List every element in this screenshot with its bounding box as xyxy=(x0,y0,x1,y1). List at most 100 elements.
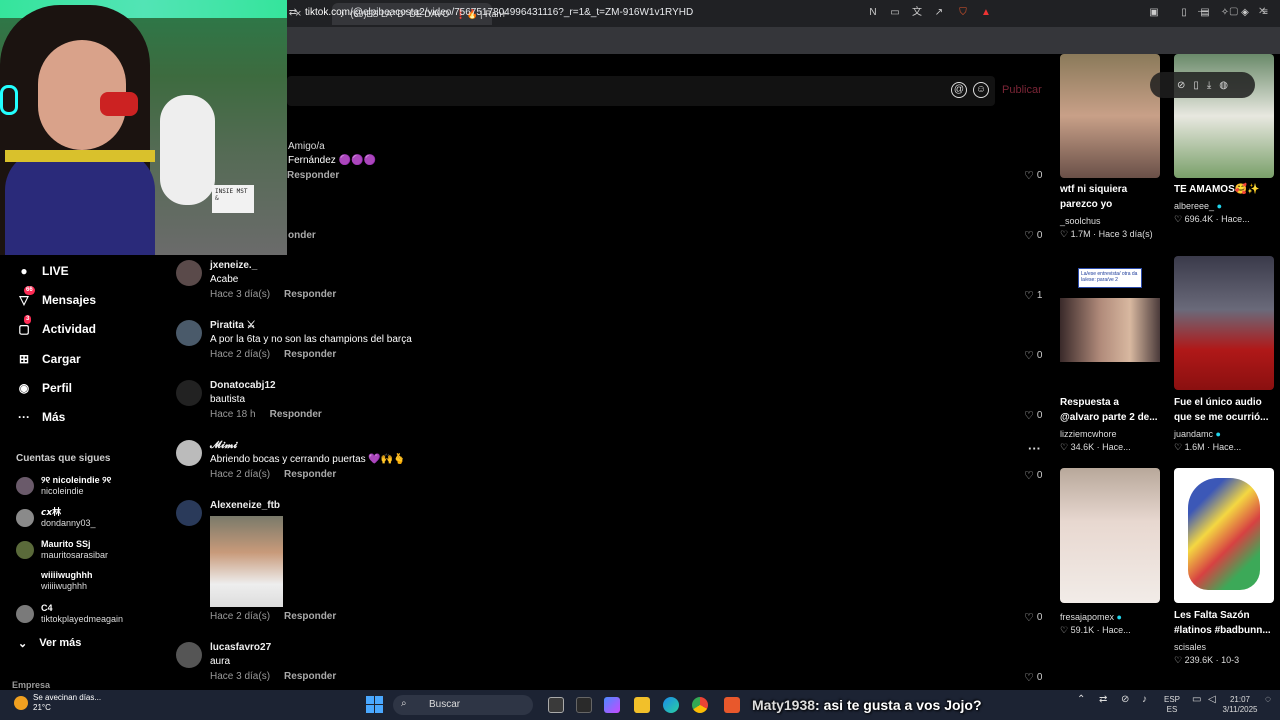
phone-icon[interactable]: ▯ xyxy=(1193,80,1199,91)
avatar[interactable] xyxy=(176,260,202,286)
video-author[interactable]: scisales xyxy=(1174,642,1206,652)
following-account[interactable]: Maurito SSj mauritosarasibar xyxy=(16,539,108,561)
video-author[interactable]: _soolchus xyxy=(1060,216,1101,226)
panel-icon[interactable]: ▯ xyxy=(1178,7,1190,19)
reply-button[interactable]: Responder xyxy=(287,170,339,181)
avatar[interactable] xyxy=(176,320,202,346)
extensions-icon[interactable]: ✧ xyxy=(1219,7,1231,19)
edge-icon[interactable] xyxy=(663,697,679,713)
sidebar-item-messages[interactable]: ▽ 66 Mensajes xyxy=(16,286,156,308)
translate-icon[interactable]: 文 xyxy=(911,7,923,19)
following-account[interactable]: wiiiiwughhh wiiiiwughhh xyxy=(16,570,93,592)
emoji-icon[interactable]: ☺ xyxy=(973,82,989,98)
sidebar-item-activity[interactable]: ▢ 3 Actividad xyxy=(16,315,156,337)
video-author[interactable]: fresajapomex ● xyxy=(1060,612,1122,622)
mic-icon[interactable]: ♪ xyxy=(1142,695,1147,705)
vpn-icon[interactable]: ◈ xyxy=(1239,7,1251,19)
notification-icon[interactable]: ◌ xyxy=(1265,695,1271,705)
wallet-icon[interactable]: ▤ xyxy=(1199,7,1211,19)
following-account[interactable]: ୨୧ nicoleindie ୨୧ nicoleindie xyxy=(16,475,111,497)
comment-user[interactable]: 𝓜𝓲𝓶𝓲 xyxy=(210,440,237,451)
shield-icon[interactable]: ⛉ xyxy=(957,7,969,19)
comment-user[interactable]: Donatocabj12 xyxy=(210,380,276,391)
menu-icon[interactable]: ≡ xyxy=(1259,7,1271,19)
avatar[interactable] xyxy=(176,500,202,526)
reply-button[interactable]: Responder xyxy=(284,611,336,622)
comment-like[interactable]: ♡ 0 xyxy=(1024,671,1042,684)
file-explorer-icon[interactable] xyxy=(634,697,650,713)
start-button[interactable] xyxy=(366,696,383,713)
brave-icon[interactable] xyxy=(724,697,740,713)
link-icon[interactable]: ⊘ xyxy=(1177,80,1185,91)
reply-button[interactable]: Responder xyxy=(284,671,336,682)
video-thumbnail[interactable] xyxy=(1174,256,1274,390)
video-title[interactable]: wtf ni siquiera parezco yo xyxy=(1060,182,1127,212)
language-indicator[interactable]: ESP ES xyxy=(1164,695,1180,715)
comment-user[interactable]: Alexeneize_ftb xyxy=(210,500,280,511)
sidebar-item-upload[interactable]: ⊞ Cargar xyxy=(16,351,156,367)
comment-like[interactable]: ♡ 1 xyxy=(1024,289,1042,302)
video-author[interactable]: lizziemcwhore xyxy=(1060,429,1117,439)
following-account[interactable]: C4 tiktokplayedmeagain xyxy=(16,603,123,625)
video-author[interactable]: juandamc ● xyxy=(1174,429,1221,439)
video-thumbnail[interactable]: La/ese entrevista/ otra da la/ese: para/… xyxy=(1060,256,1160,390)
video-title[interactable]: Les Falta Sazón #latinos #badbunn... xyxy=(1174,608,1271,638)
comment-user[interactable]: jxeneize._ xyxy=(210,260,257,271)
video-title[interactable]: Fue el único audio que se me ocurrió... xyxy=(1174,395,1268,425)
company-link[interactable]: Empresa xyxy=(12,680,50,690)
volume-icon[interactable]: ◁ xyxy=(1208,695,1216,705)
site-info-icon[interactable]: ⇄ xyxy=(287,7,299,19)
avatar[interactable] xyxy=(176,440,202,466)
download-icon[interactable]: ⤓ xyxy=(1207,80,1211,91)
video-thumbnail[interactable] xyxy=(1174,468,1274,603)
avatar[interactable] xyxy=(176,642,202,668)
comment-like[interactable]: ♡ 0 xyxy=(1024,169,1042,182)
comment-like[interactable]: ♡ 0 xyxy=(1024,229,1042,242)
task-view-icon[interactable] xyxy=(548,697,564,713)
video-title[interactable]: Respuesta a @alvaro parte 2 de... xyxy=(1060,395,1158,425)
tray-expand-icon[interactable]: ⌃ xyxy=(1077,695,1085,705)
video-author[interactable]: albereee_ ● xyxy=(1174,201,1222,211)
url-field[interactable]: tiktok.com/@elpibeacosta2/video/75675178… xyxy=(305,7,693,18)
avatar[interactable] xyxy=(176,380,202,406)
video-thumbnail[interactable] xyxy=(1060,54,1160,178)
mention-icon[interactable]: @ xyxy=(951,82,967,98)
copilot-icon[interactable] xyxy=(604,697,620,713)
comment-like[interactable]: ♡ 0 xyxy=(1024,469,1042,482)
sidebar-item-live[interactable]: ● LIVE xyxy=(16,263,156,279)
see-more-button[interactable]: ⌄ Ver más xyxy=(18,637,81,650)
sidebar-toggle-icon[interactable]: ▣ xyxy=(1148,7,1160,19)
following-account[interactable]: 𝙘𝙭林 dondanny03_ xyxy=(16,507,96,529)
reply-button[interactable]: Responder xyxy=(284,289,336,300)
network-tray-icon[interactable]: ⇄ xyxy=(1099,695,1107,705)
publish-button[interactable]: Publicar xyxy=(1002,84,1042,96)
comment-like[interactable]: ♡ 0 xyxy=(1024,409,1042,422)
wifi-icon[interactable]: ▭ xyxy=(1192,695,1201,705)
screen-icon[interactable]: ▭ xyxy=(889,7,901,19)
sidebar-item-more[interactable]: ··· Más xyxy=(16,409,156,425)
obs-icon[interactable] xyxy=(576,697,592,713)
comment-like[interactable]: ♡ 0 xyxy=(1024,349,1042,362)
reply-button[interactable]: Responder xyxy=(284,349,336,360)
reply-button[interactable]: Responder xyxy=(284,469,336,480)
share-icon[interactable]: ↗ xyxy=(933,7,945,19)
video-thumbnail[interactable] xyxy=(1060,468,1160,603)
reader-icon[interactable]: N xyxy=(867,7,879,19)
video-title[interactable]: TE AMAMOS🥰✨ xyxy=(1174,182,1260,197)
reply-button[interactable]: Responder xyxy=(270,409,322,420)
comment-like[interactable]: ♡ 0 xyxy=(1024,611,1042,624)
chrome-icon[interactable] xyxy=(692,697,708,713)
rewards-icon[interactable]: ▲ xyxy=(980,7,992,19)
weather-widget[interactable]: Se avecinan días... 21°C xyxy=(14,693,101,713)
brand-icon[interactable]: ◍ xyxy=(1219,80,1228,91)
taskbar-search[interactable]: ⌕ Buscar xyxy=(393,695,533,715)
clock[interactable]: 21:07 3/11/2025 xyxy=(1220,695,1260,715)
reply-button[interactable]: onder xyxy=(288,230,316,241)
comment-image[interactable] xyxy=(210,516,283,607)
more-options-icon[interactable]: ··· xyxy=(1028,441,1041,456)
comment-user[interactable]: Piratita ⚔ xyxy=(210,320,256,331)
comment-user[interactable]: lucasfavro27 xyxy=(210,642,271,653)
comment-input[interactable] xyxy=(287,76,995,106)
sidebar-item-profile[interactable]: ◉ Perfil xyxy=(16,380,156,396)
mute-icon[interactable]: ⊘ xyxy=(1121,695,1129,705)
